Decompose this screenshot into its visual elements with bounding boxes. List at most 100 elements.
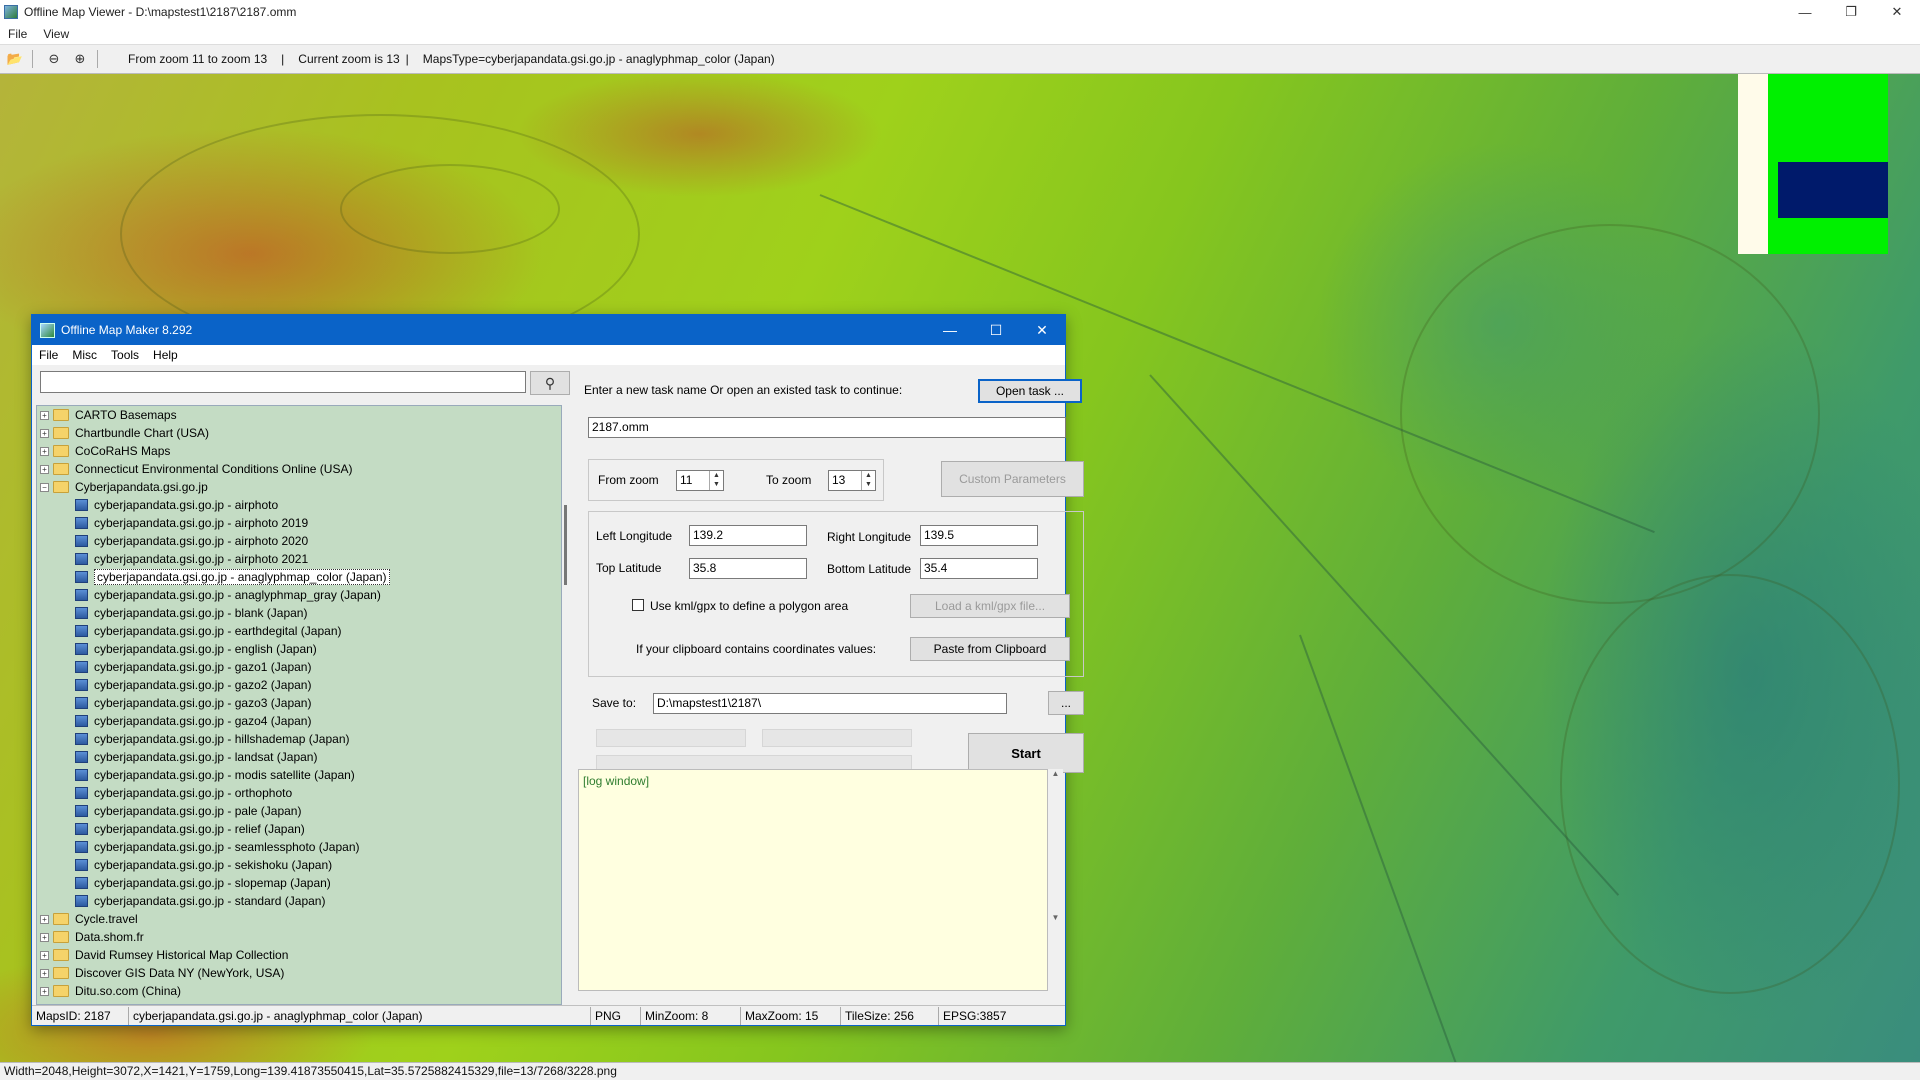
zoom-range-text: From zoom 11 to zoom 13 [128,52,268,66]
tree-folder[interactable]: + Discover GIS Data NY (NewYork, USA) [37,964,561,982]
tree-map-item[interactable]: cyberjapandata.gsi.go.jp - gazo3 (Japan) [37,694,561,712]
collapse-icon[interactable]: − [40,482,49,492]
tree-map-item[interactable]: cyberjapandata.gsi.go.jp - blank (Japan) [37,604,561,622]
spinner-arrows-icon[interactable]: ▲ ▼ [861,471,875,490]
left-longitude-field[interactable]: 139.2 [689,525,807,546]
tree-map-item[interactable]: cyberjapandata.gsi.go.jp - landsat (Japa… [37,748,561,766]
viewer-title: Offline Map Viewer - D:\mapstest1\2187\2… [24,5,297,19]
expand-icon[interactable]: + [40,464,49,474]
tree-map-item[interactable]: cyberjapandata.gsi.go.jp - airphoto 2020 [37,532,561,550]
close-icon[interactable]: ✕ [1874,0,1920,24]
tree-map-label: cyberjapandata.gsi.go.jp - anaglyphmap_g… [94,588,381,602]
minimap-viewport[interactable] [1778,162,1888,218]
load-kml-button[interactable]: Load a kml/gpx file... [910,594,1070,618]
tree-folder[interactable]: + CoCoRaHS Maps [37,442,561,460]
task-name-field[interactable]: 2187.omm [588,417,1066,438]
custom-parameters-button[interactable]: Custom Parameters [941,461,1084,497]
menu-view[interactable]: View [35,27,77,41]
tree-map-item[interactable]: cyberjapandata.gsi.go.jp - airphoto 2019 [37,514,561,532]
paste-clipboard-button[interactable]: Paste from Clipboard [910,637,1070,661]
tree-map-item[interactable]: cyberjapandata.gsi.go.jp - orthophoto [37,784,561,802]
tree-map-item[interactable]: cyberjapandata.gsi.go.jp - airphoto 2021 [37,550,561,568]
kml-checkbox[interactable] [632,599,644,611]
spinner-arrows-icon[interactable]: ▲ ▼ [709,471,723,490]
tree-map-item[interactable]: cyberjapandata.gsi.go.jp - gazo2 (Japan) [37,676,561,694]
progress-bar [596,729,746,747]
tree-scrollbar-thumb[interactable] [564,505,567,585]
expand-icon[interactable]: + [40,446,49,456]
maximize-icon[interactable]: ☐ [973,315,1019,345]
status-min-zoom: MinZoom: 8 [641,1006,741,1025]
tree-map-item[interactable]: cyberjapandata.gsi.go.jp - english (Japa… [37,640,561,658]
viewer-toolbar: 📂 ⊖ ⊕ From zoom 11 to zoom 13 | Current … [0,44,1920,74]
expand-icon[interactable]: + [40,914,49,924]
tree-map-item[interactable]: cyberjapandata.gsi.go.jp - pale (Japan) [37,802,561,820]
tree-map-item[interactable]: cyberjapandata.gsi.go.jp - gazo1 (Japan) [37,658,561,676]
close-icon[interactable]: ✕ [1019,315,1065,345]
restore-icon[interactable]: ❐ [1828,0,1874,24]
expand-icon[interactable]: + [40,986,49,996]
tree-map-label: cyberjapandata.gsi.go.jp - blank (Japan) [94,606,308,620]
search-input[interactable] [40,371,526,393]
tree-folder[interactable]: − Cyberjapandata.gsi.go.jp [37,478,561,496]
tree-folder[interactable]: + Cycle.travel [37,910,561,928]
tree-folder[interactable]: + Connecticut Environmental Conditions On… [37,460,561,478]
log-window[interactable]: [log window] [578,769,1048,991]
from-zoom-spinner[interactable]: 11 ▲ ▼ [676,470,724,491]
expand-icon[interactable]: + [40,968,49,978]
tree-folder[interactable]: + Chartbundle Chart (USA) [37,424,561,442]
bottom-latitude-field[interactable]: 35.4 [920,558,1038,579]
menu-misc[interactable]: Misc [65,348,104,362]
tree-map-label: cyberjapandata.gsi.go.jp - standard (Jap… [94,894,326,908]
tree-map-item[interactable]: cyberjapandata.gsi.go.jp - anaglyphmap_c… [37,568,561,586]
dialog-title: Offline Map Maker 8.292 [61,323,193,337]
menu-help[interactable]: Help [146,348,185,362]
tree-map-label: cyberjapandata.gsi.go.jp - seamlessphoto… [94,840,360,854]
tree-map-item[interactable]: cyberjapandata.gsi.go.jp - gazo4 (Japan) [37,712,561,730]
open-folder-icon[interactable]: 📂 [4,48,26,70]
tree-map-item[interactable]: cyberjapandata.gsi.go.jp - relief (Japan… [37,820,561,838]
tree-map-item[interactable]: cyberjapandata.gsi.go.jp - slopemap (Jap… [37,874,561,892]
map-tile-icon [75,517,88,529]
tree-map-item[interactable]: cyberjapandata.gsi.go.jp - standard (Jap… [37,892,561,910]
expand-icon[interactable]: + [40,950,49,960]
menu-file[interactable]: File [0,27,35,41]
tree-map-item[interactable]: cyberjapandata.gsi.go.jp - seamlessphoto… [37,838,561,856]
tree-map-item[interactable]: cyberjapandata.gsi.go.jp - hillshademap … [37,730,561,748]
tree-folder[interactable]: + Ditu.so.com (China) [37,982,561,1000]
browse-button[interactable]: ... [1048,691,1084,715]
tree-folder[interactable]: + CARTO Basemaps [37,406,561,424]
right-longitude-field[interactable]: 139.5 [920,525,1038,546]
expand-icon[interactable]: + [40,428,49,438]
search-icon[interactable]: ⚲ [530,371,570,395]
zoom-out-icon[interactable]: ⊖ [43,48,65,70]
tree-map-label: cyberjapandata.gsi.go.jp - gazo1 (Japan) [94,660,312,674]
top-latitude-field[interactable]: 35.8 [689,558,807,579]
zoom-in-icon[interactable]: ⊕ [69,48,91,70]
menu-file[interactable]: File [32,348,65,362]
tree-map-item[interactable]: cyberjapandata.gsi.go.jp - airphoto [37,496,561,514]
tree-map-item[interactable]: cyberjapandata.gsi.go.jp - modis satelli… [37,766,561,784]
tree-map-item[interactable]: cyberjapandata.gsi.go.jp - anaglyphmap_g… [37,586,561,604]
to-zoom-spinner[interactable]: 13 ▲ ▼ [828,470,876,491]
tree-map-label: cyberjapandata.gsi.go.jp - pale (Japan) [94,804,302,818]
expand-icon[interactable]: + [40,410,49,420]
save-to-field[interactable]: D:\mapstest1\2187\ [653,693,1007,714]
tree-map-label: cyberjapandata.gsi.go.jp - gazo3 (Japan) [94,696,312,710]
minimap[interactable] [1738,74,1888,254]
tree-folder[interactable]: + Data.shom.fr [37,928,561,946]
start-button[interactable]: Start [968,733,1084,773]
minimize-icon[interactable]: — [927,315,973,345]
map-source-tree[interactable]: + CARTO Basemaps + Chartbundle Chart (USA) +… [36,405,562,1005]
maps-type-text: MapsType=cyberjapandata.gsi.go.jp - anag… [422,52,775,66]
open-task-button[interactable]: Open task ... [978,379,1082,403]
log-scrollbar[interactable]: ▲ ▼ [1048,769,1063,991]
viewer-titlebar: Offline Map Viewer - D:\mapstest1\2187\2… [0,0,1920,24]
expand-icon[interactable]: + [40,932,49,942]
minimize-icon[interactable]: — [1782,0,1828,24]
tree-folder[interactable]: + David Rumsey Historical Map Collection [37,946,561,964]
tree-map-item[interactable]: cyberjapandata.gsi.go.jp - sekishoku (Ja… [37,856,561,874]
tree-map-item[interactable]: cyberjapandata.gsi.go.jp - earthdegital … [37,622,561,640]
menu-tools[interactable]: Tools [104,348,146,362]
river-line [1299,634,1479,1062]
